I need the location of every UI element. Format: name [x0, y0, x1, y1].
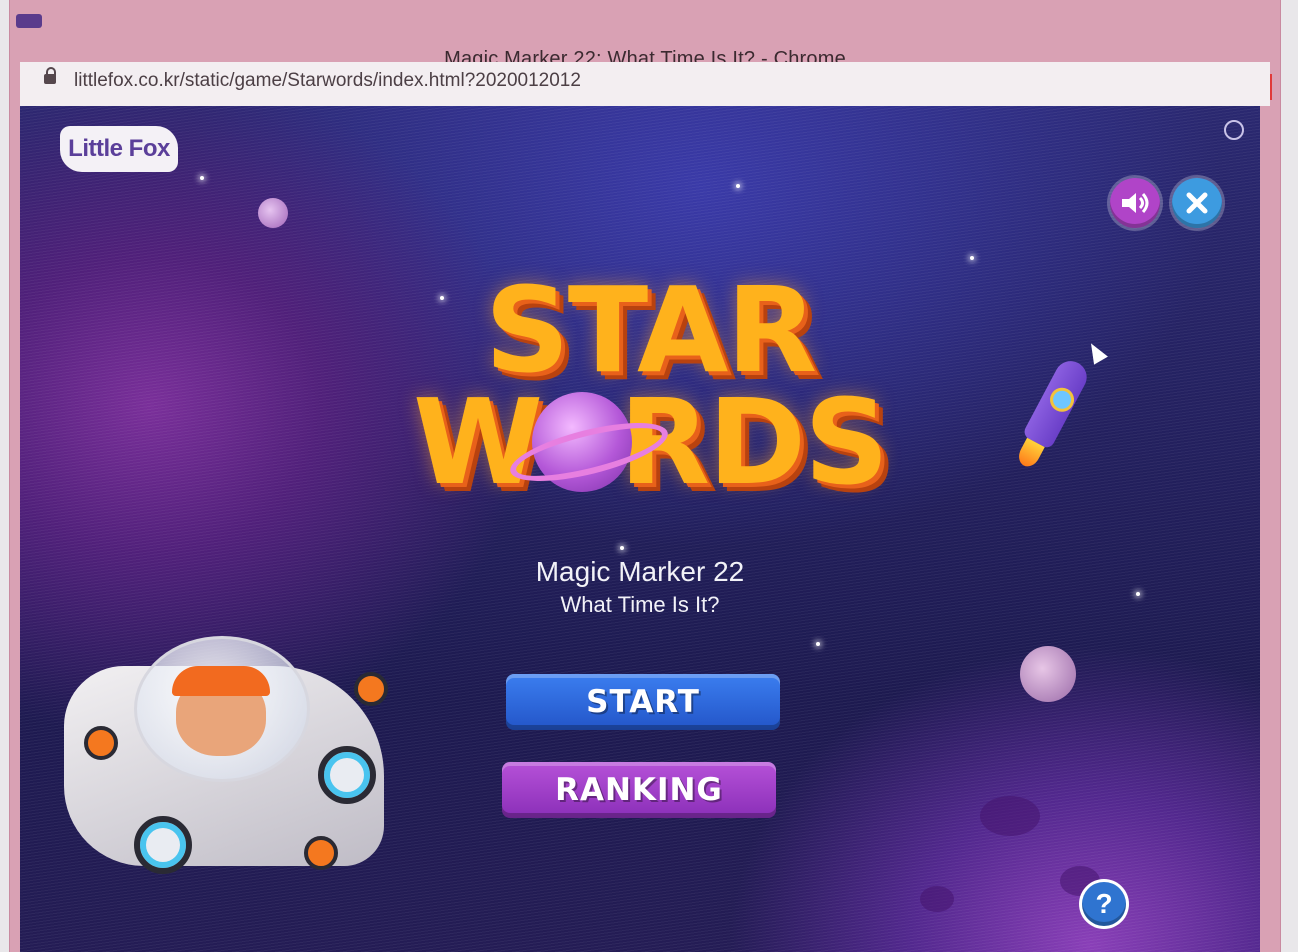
star — [970, 256, 974, 260]
planet-crater — [980, 796, 1040, 836]
sound-button[interactable] — [1110, 178, 1160, 228]
address-bar[interactable]: littlefox.co.kr/static/game/Starwords/in… — [20, 62, 1270, 106]
ranking-button[interactable]: RANKING — [502, 762, 776, 818]
star — [736, 184, 740, 188]
settings-icon[interactable] — [1224, 120, 1244, 140]
help-button[interactable]: ? — [1082, 882, 1126, 926]
orange-light — [354, 672, 388, 706]
thruster-icon — [318, 746, 376, 804]
rocket-icon — [995, 349, 1104, 483]
lock-icon[interactable] — [44, 67, 56, 84]
orange-light — [304, 836, 338, 870]
mouse-cursor-icon — [1084, 339, 1108, 365]
right-moon — [1020, 646, 1076, 702]
title-bar: Magic Marker 22: What Time Is It? - Chro… — [10, 0, 1280, 70]
small-moon — [258, 198, 288, 228]
close-icon — [1186, 192, 1208, 214]
lesson-title: Magic Marker 22 — [535, 556, 745, 587]
close-game-button[interactable] — [1172, 178, 1222, 228]
pilot-helmet — [172, 666, 270, 696]
planet-crater — [920, 886, 954, 912]
orange-light — [84, 726, 118, 760]
title-line-star: STAR — [484, 261, 818, 399]
start-button[interactable]: START — [506, 674, 780, 730]
app-icon — [16, 14, 42, 28]
little-fox-logo: Little Fox — [60, 126, 178, 172]
star-words-title: STAR W RDS — [380, 261, 920, 514]
star — [200, 176, 204, 180]
star — [620, 546, 624, 550]
url-text[interactable]: littlefox.co.kr/static/game/Starwords/in… — [74, 70, 581, 92]
logo-text: Little Fox — [68, 135, 170, 162]
spaceship-illustration — [54, 606, 414, 906]
speaker-icon — [1122, 193, 1149, 213]
thruster-icon — [134, 816, 192, 874]
star — [816, 642, 820, 646]
game-canvas[interactable]: Little Fox STAR W RDS Magic Marker 22 Wh… — [20, 106, 1260, 952]
